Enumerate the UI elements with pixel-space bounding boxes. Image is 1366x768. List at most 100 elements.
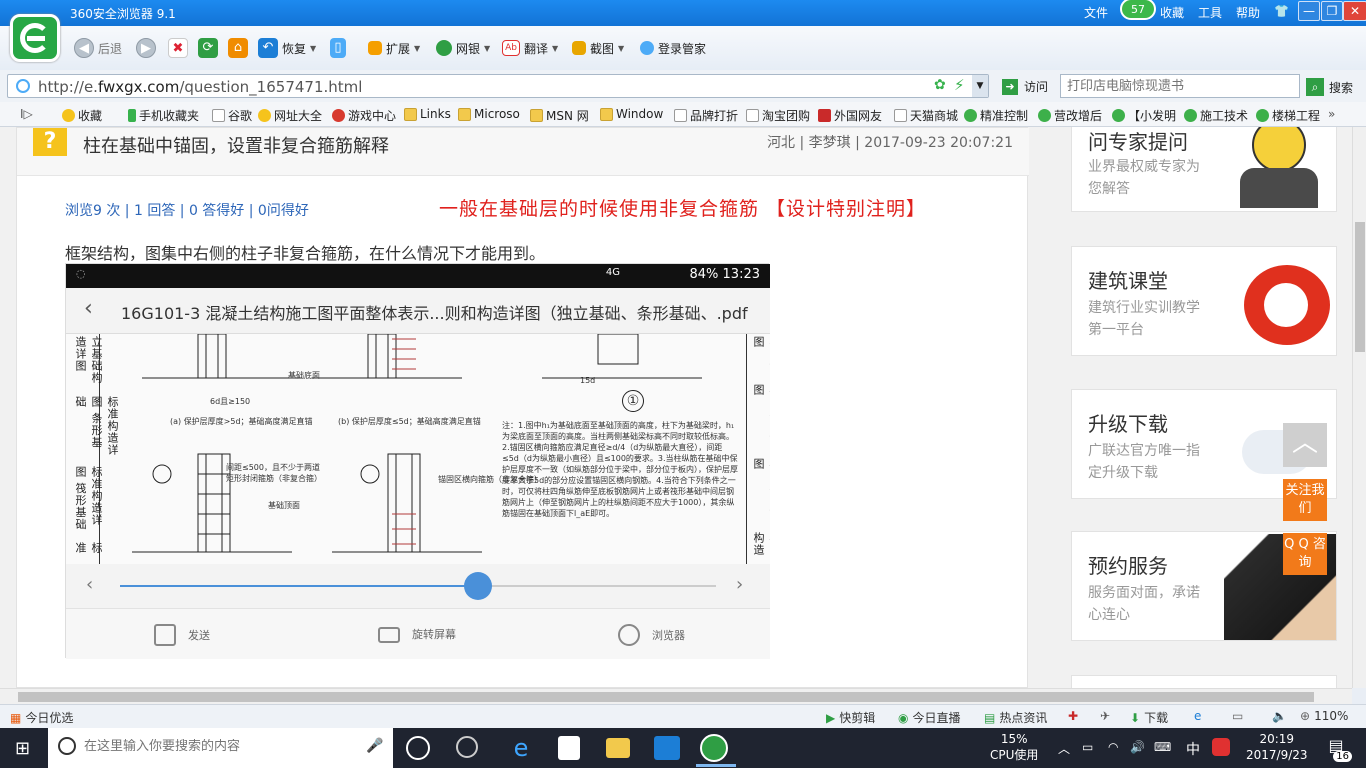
visit-button[interactable]: 访问: [1024, 78, 1048, 95]
bookmark-item[interactable]: Links: [420, 107, 451, 121]
course-card[interactable]: 建筑课堂 建筑行业实训教学第一平台: [1071, 246, 1337, 356]
menu-help[interactable]: 帮助: [1236, 4, 1260, 21]
chevron-down-icon[interactable]: ▼: [414, 44, 420, 53]
more-bookmarks-icon[interactable]: »: [1328, 107, 1335, 121]
plus-icon[interactable]: ✚: [1068, 709, 1078, 723]
home-icon[interactable]: ⌂: [228, 38, 248, 58]
back-arrow-icon[interactable]: ◀: [74, 38, 94, 58]
menu-favorites[interactable]: 收藏: [1160, 4, 1184, 21]
chevron-down-icon[interactable]: ▼: [484, 44, 490, 53]
downloads[interactable]: 下载: [1144, 709, 1168, 726]
notification-badge[interactable]: 57: [1120, 0, 1156, 20]
security-icon[interactable]: ✿: [934, 77, 946, 93]
chevron-down-icon[interactable]: ▼: [310, 44, 316, 53]
store-icon[interactable]: [558, 736, 580, 760]
address-bar[interactable]: http://e.fwxgx.com/question_1657471.html…: [7, 74, 989, 98]
search-field[interactable]: [1060, 74, 1300, 98]
bookmark-item[interactable]: 收藏: [78, 107, 102, 124]
bookmark-item[interactable]: 品牌打折: [690, 107, 738, 124]
cpu-usage[interactable]: 15% CPU使用: [990, 731, 1038, 763]
bookmark-item[interactable]: 营改增后: [1054, 107, 1102, 124]
quick-edit[interactable]: 快剪辑: [839, 709, 875, 726]
edge-icon[interactable]: e: [508, 736, 534, 760]
screenshot-button[interactable]: 截图: [590, 40, 614, 57]
sogou-icon[interactable]: [1212, 738, 1230, 756]
bookmark-item[interactable]: 手机收藏夹: [139, 107, 199, 124]
bookmark-item[interactable]: MSN 网: [546, 107, 589, 124]
login-manager-button[interactable]: 登录管家: [658, 40, 706, 57]
menu-tools[interactable]: 工具: [1198, 4, 1222, 21]
chevron-up-icon[interactable]: ︿: [1058, 740, 1070, 757]
follow-us-button[interactable]: 关注我们: [1283, 479, 1327, 521]
slider-thumb[interactable]: [463, 572, 492, 600]
volume-icon[interactable]: 🔈: [1272, 709, 1287, 723]
page-slider[interactable]: ‹ ›: [66, 564, 770, 608]
bookmark-item[interactable]: 天猫商城: [910, 107, 958, 124]
stop-icon[interactable]: ✖: [168, 38, 188, 58]
task-view-icon[interactable]: [406, 736, 430, 760]
blue-app-icon[interactable]: [654, 736, 680, 760]
undo-close-icon[interactable]: ↶: [258, 38, 278, 58]
back-button[interactable]: 后退: [98, 40, 122, 57]
browser-360-icon[interactable]: [700, 734, 728, 762]
bookmark-item[interactable]: 【小发明: [1128, 107, 1176, 124]
keyboard-icon[interactable]: ⌨: [1154, 740, 1171, 754]
bookmark-item[interactable]: 楼梯工程: [1272, 107, 1320, 124]
address-dropdown-icon[interactable]: ▼: [972, 75, 988, 97]
expert-card[interactable]: 问专家提问 业界最权威专家为您解答: [1071, 127, 1337, 212]
search-icon[interactable]: ⌕: [1306, 78, 1324, 96]
scrollbar-thumb[interactable]: [18, 692, 1314, 702]
window-icon[interactable]: ▭: [1232, 709, 1243, 723]
chevron-down-icon[interactable]: ▼: [618, 44, 624, 53]
phone-icon[interactable]: ▯: [330, 38, 346, 58]
sidebar-toggle-icon[interactable]: I▷: [20, 107, 33, 121]
skin-icon[interactable]: 👕: [1274, 4, 1289, 18]
bookmark-item[interactable]: Microso: [474, 107, 520, 121]
notification-center-icon[interactable]: ▤ 16: [1322, 736, 1352, 762]
browser-logo[interactable]: [10, 14, 60, 62]
volume-icon[interactable]: 🔊: [1130, 740, 1145, 754]
question-stats[interactable]: 浏览9 次 | 1 回答 | 0 答得好 | 0问得好: [65, 200, 309, 220]
restore-window-button[interactable]: ❐: [1321, 1, 1343, 21]
clock[interactable]: 20:19 2017/9/23: [1246, 731, 1308, 763]
question-image[interactable]: ◌ 4G 84% 13:23 ‹ 16G101-3 混凝土结构施工图平面整体表示…: [65, 263, 770, 659]
go-arrow-icon[interactable]: ➜: [1002, 78, 1018, 95]
microphone-icon[interactable]: 🎤: [366, 738, 383, 754]
menu-file[interactable]: 文件: [1084, 4, 1108, 21]
today-picks[interactable]: 今日优选: [25, 709, 73, 726]
file-explorer-icon[interactable]: [606, 738, 630, 758]
chevron-right-icon[interactable]: ›: [736, 574, 743, 595]
wifi-icon[interactable]: ◠: [1108, 740, 1118, 754]
taskbar-search[interactable]: 🎤: [48, 728, 393, 768]
scroll-top-button[interactable]: ︿: [1283, 423, 1327, 467]
forward-arrow-icon[interactable]: ▶: [136, 38, 156, 58]
bookmark-item[interactable]: 施工技术: [1200, 107, 1248, 124]
extension-button[interactable]: 扩展: [386, 40, 410, 57]
bank-button[interactable]: 网银: [456, 40, 480, 57]
bookmark-item[interactable]: 网址大全: [274, 107, 322, 124]
scrollbar-thumb[interactable]: [1355, 222, 1365, 352]
chevron-down-icon[interactable]: ▼: [552, 44, 558, 53]
url-text[interactable]: http://e.fwxgx.com/question_1657471.html: [38, 78, 362, 96]
chevron-left-icon[interactable]: ‹: [86, 574, 93, 595]
ie-icon[interactable]: e: [1194, 709, 1201, 723]
hot-news[interactable]: 热点资讯: [999, 709, 1047, 726]
swirl-app-icon[interactable]: [456, 736, 478, 758]
windows-start-icon[interactable]: ⊞: [15, 738, 30, 759]
minimize-button[interactable]: —: [1298, 1, 1320, 21]
restore-button[interactable]: 恢复: [282, 40, 306, 57]
zoom-level[interactable]: 110%: [1314, 709, 1348, 723]
vertical-scrollbar[interactable]: [1352, 127, 1366, 688]
lightning-icon[interactable]: ⚡: [954, 76, 965, 94]
close-window-button[interactable]: ✕: [1343, 1, 1366, 21]
bookmark-item[interactable]: 外国网友: [834, 107, 882, 124]
pin-icon[interactable]: ✈: [1100, 709, 1110, 723]
ime-indicator[interactable]: 中: [1186, 739, 1200, 759]
search-button[interactable]: 搜索: [1329, 79, 1353, 96]
today-live[interactable]: 今日直播: [912, 709, 960, 726]
bookmark-item[interactable]: 谷歌: [228, 107, 252, 124]
qq-consult-button[interactable]: Q Q 咨询: [1283, 533, 1327, 575]
bookmark-item[interactable]: 淘宝团购: [762, 107, 810, 124]
search-input[interactable]: [1061, 75, 1299, 97]
bookmark-item[interactable]: Window: [616, 107, 663, 121]
